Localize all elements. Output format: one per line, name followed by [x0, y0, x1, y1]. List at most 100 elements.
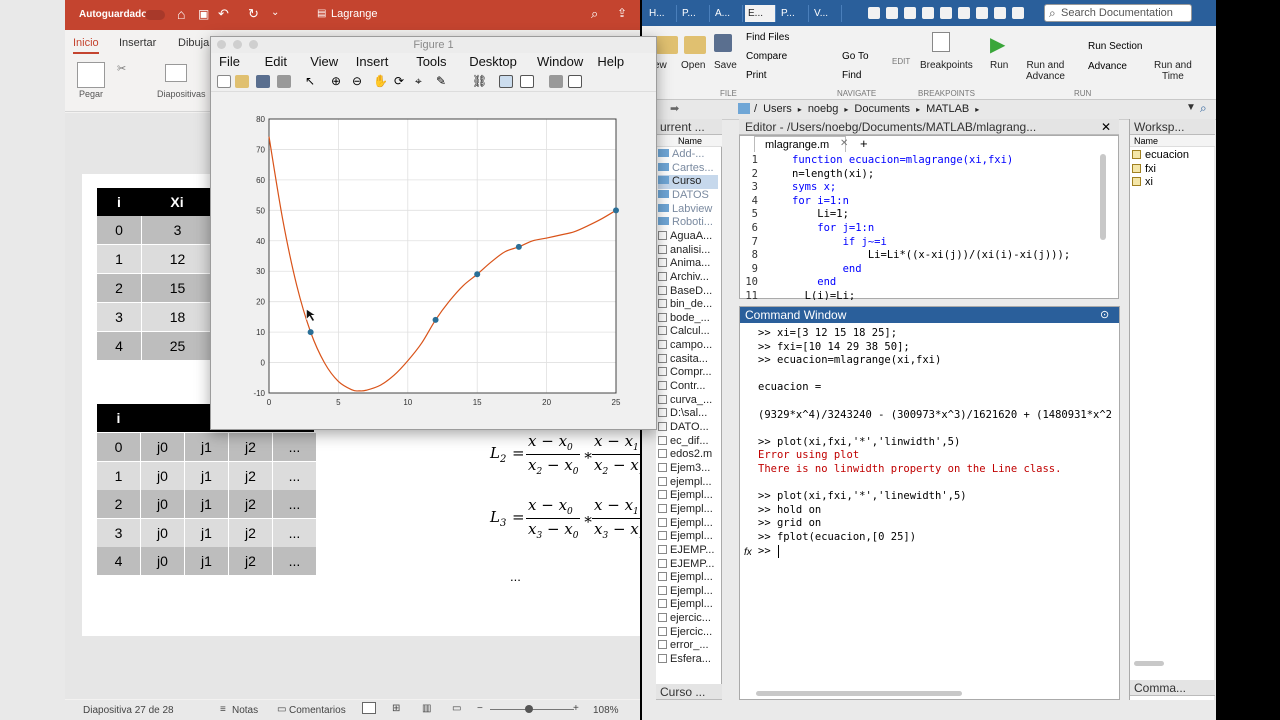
zoom-out-icon[interactable]: ⊖ [352, 75, 366, 88]
run-time-button[interactable]: Run and Time [1154, 60, 1192, 82]
new-figure-icon[interactable] [217, 75, 231, 88]
toolbar-icon[interactable] [958, 7, 970, 19]
zoom-out-icon[interactable]: − [477, 703, 483, 714]
scrollbar[interactable] [1100, 154, 1106, 240]
list-item[interactable]: bin_de... [658, 298, 718, 312]
list-item[interactable]: ejempl... [658, 476, 718, 490]
list-item[interactable]: Compr... [658, 366, 718, 380]
breadcrumb-segment[interactable]: MATLAB [926, 103, 969, 115]
list-item[interactable]: analisi... [658, 244, 718, 258]
new-tab-button[interactable]: + [860, 136, 868, 151]
menu-item[interactable]: Desktop [469, 54, 517, 69]
code-line[interactable]: 3 syms x; [740, 181, 837, 195]
chevron-down-icon[interactable]: ▼ [1186, 102, 1196, 113]
tab-inicio[interactable]: Inicio [73, 37, 99, 54]
toolbar-icon[interactable] [868, 7, 880, 19]
help-icon[interactable] [1012, 7, 1024, 19]
menu-item[interactable]: File [219, 54, 240, 69]
list-item[interactable]: curva_... [658, 394, 718, 408]
list-item[interactable]: EJEMP... [658, 558, 718, 572]
list-item[interactable]: Contr... [658, 380, 718, 394]
toolstrip-tab[interactable]: E... [745, 5, 776, 22]
toolstrip-tab[interactable]: A... [712, 5, 743, 22]
list-item[interactable]: Curso [658, 175, 718, 189]
list-item[interactable]: Ejempl... [658, 530, 718, 544]
toolbar-icon[interactable] [904, 7, 916, 19]
normal-view-icon[interactable] [362, 702, 376, 714]
list-item[interactable]: ejercic... [658, 612, 718, 626]
save-icon[interactable] [714, 34, 732, 52]
menu-item[interactable]: View [310, 54, 338, 69]
run-advance-button[interactable]: Run and Advance [1026, 60, 1065, 82]
edit-label[interactable]: EDIT [892, 57, 910, 66]
run-button[interactable]: Run [990, 60, 1008, 71]
folder-icon[interactable] [656, 36, 678, 54]
slideshow-icon[interactable]: ▭ [452, 703, 461, 714]
find-button[interactable]: Find [842, 70, 861, 81]
list-item[interactable]: Ejempl... [658, 503, 718, 517]
toolbar-icon[interactable] [940, 7, 952, 19]
code-line[interactable]: 1 function ecuacion=mlagrange(xi,fxi) [740, 154, 1014, 168]
reading-view-icon[interactable]: ▥ [422, 703, 431, 714]
breadcrumb-segment[interactable]: / [754, 103, 757, 115]
workspace-variable[interactable]: xi [1132, 176, 1153, 188]
go-to-button[interactable]: Go To [842, 51, 869, 62]
save-button[interactable]: Save [714, 60, 737, 71]
code-line[interactable]: 8 Li=Li*((x-xi(j))/(xi(i)-xi(j))); [740, 249, 1070, 263]
forward-icon[interactable]: ➡ [670, 102, 679, 115]
toolstrip-tab[interactable]: P... [679, 5, 710, 22]
home-icon[interactable]: ⌂ [177, 6, 185, 22]
toolbar-icon[interactable] [976, 7, 988, 19]
cut-icon[interactable]: ✂ [117, 62, 126, 75]
code-line[interactable]: 2 n=length(xi); [740, 168, 875, 182]
print-icon[interactable] [277, 75, 291, 88]
redo-icon[interactable]: ↻ [248, 6, 259, 22]
list-item[interactable]: Ejempl... [658, 585, 718, 599]
list-item[interactable]: casita... [658, 353, 718, 367]
toolbar-icon[interactable] [994, 7, 1006, 19]
close-icon[interactable] [217, 40, 226, 49]
minimize-icon[interactable] [233, 40, 242, 49]
list-item[interactable]: campo... [658, 339, 718, 353]
menu-item[interactable]: Insert [356, 54, 389, 69]
link-icon[interactable]: ⛓ [472, 75, 487, 88]
list-item[interactable]: Add-... [658, 148, 718, 162]
notes-icon[interactable]: ≡ [220, 704, 226, 715]
list-item[interactable]: Ejem3... [658, 462, 718, 476]
column-header-name[interactable]: Name [656, 135, 722, 147]
maximize-icon[interactable] [249, 40, 258, 49]
workspace-variable[interactable]: fxi [1132, 163, 1156, 175]
code-line[interactable]: 5 Li=1; [740, 208, 849, 222]
zoom-in-icon[interactable]: + [573, 703, 579, 714]
comments-icon[interactable]: ▭ [277, 704, 286, 715]
zoom-slider-thumb[interactable] [525, 705, 533, 713]
list-item[interactable]: Labview [658, 203, 718, 217]
compare-button[interactable]: Compare [746, 51, 787, 62]
tab-dibujar[interactable]: Dibuja [178, 37, 209, 49]
search-documentation-input[interactable]: ⌕ Search Documentation [1044, 4, 1192, 22]
toolstrip-tab[interactable]: V... [811, 5, 842, 22]
undo-icon[interactable]: ↶ [218, 6, 229, 22]
list-item[interactable]: D:\sal... [658, 407, 718, 421]
list-item[interactable]: Ejercic... [658, 626, 718, 640]
current-folder-footer[interactable]: Curso ... [656, 684, 722, 700]
run-icon[interactable]: ▶ [990, 32, 1005, 57]
editor-tab[interactable]: mlagrange.m [754, 136, 846, 152]
fx-icon[interactable]: fx [744, 547, 752, 558]
hide-tools-icon[interactable] [549, 75, 563, 88]
horizontal-scrollbar[interactable] [756, 691, 962, 696]
command-history-footer[interactable]: Comma... [1130, 680, 1215, 696]
layout-icon[interactable] [165, 64, 187, 82]
sorter-view-icon[interactable]: ⊞ [392, 703, 400, 714]
list-item[interactable]: Cartes... [658, 162, 718, 176]
list-item[interactable]: Ejempl... [658, 571, 718, 585]
data-cursor-icon[interactable]: ⌖ [415, 75, 429, 88]
list-item[interactable]: Ejempl... [658, 598, 718, 612]
code-line[interactable]: 10 end [740, 276, 836, 290]
list-item[interactable]: Esfera... [658, 653, 718, 667]
breakpoints-icon[interactable] [932, 32, 950, 52]
menu-item[interactable]: Help [597, 54, 624, 69]
list-item[interactable]: Ejempl... [658, 517, 718, 531]
code-area[interactable]: 1 function ecuacion=mlagrange(xi,fxi) 2 n=l… [740, 154, 1100, 300]
pointer-icon[interactable]: ↖ [305, 75, 319, 88]
